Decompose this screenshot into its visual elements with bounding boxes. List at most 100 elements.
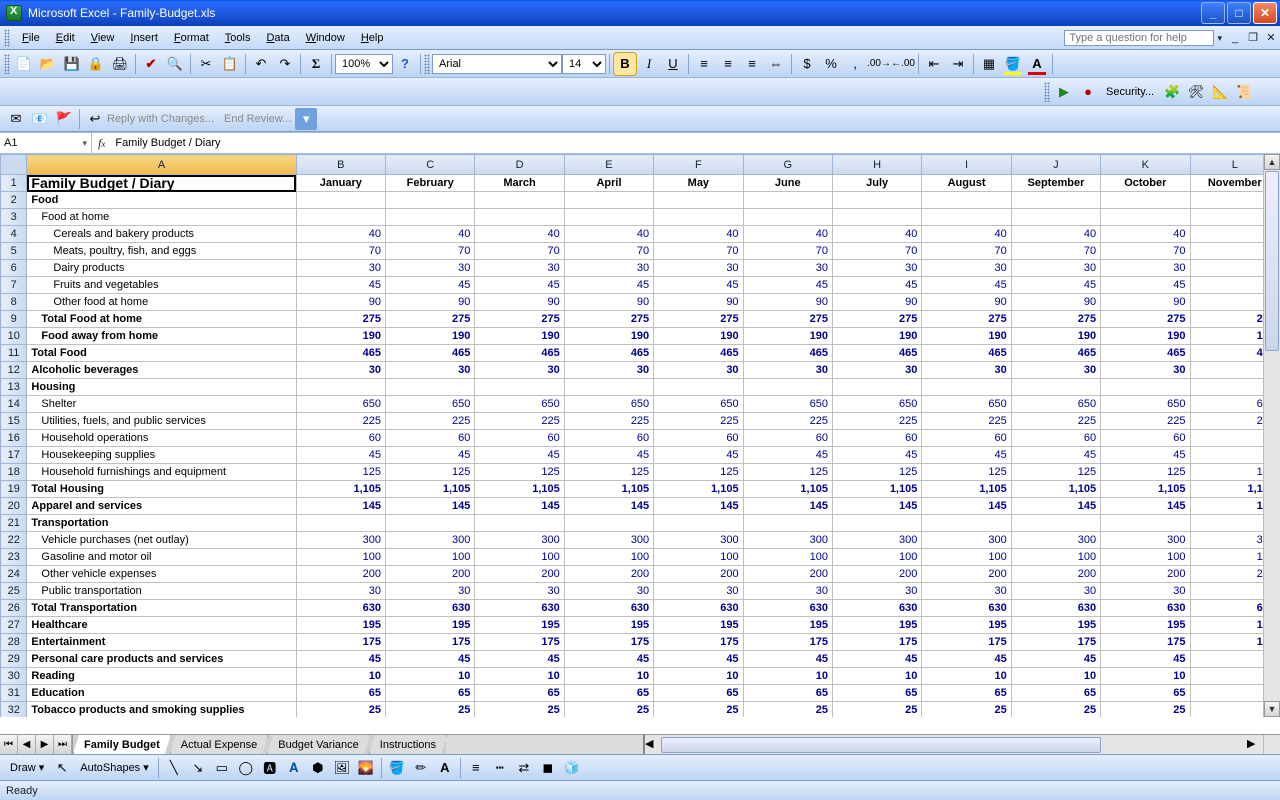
cell[interactable]: 45: [654, 651, 743, 668]
cell[interactable]: 90: [296, 294, 385, 311]
spreadsheet-grid[interactable]: ABCDEFGHIJKL 1Family Budget / DiaryJanua…: [0, 154, 1263, 717]
autosum-icon[interactable]: Σ: [305, 53, 327, 75]
horizontal-scrollbar[interactable]: ◀ ▶: [643, 735, 1263, 754]
cell[interactable]: 630: [475, 600, 564, 617]
line-icon[interactable]: ╲: [163, 757, 185, 779]
cell[interactable]: 90: [386, 294, 475, 311]
cell[interactable]: 30: [386, 583, 475, 600]
cell[interactable]: Gasoline and motor oil: [27, 549, 296, 566]
cell[interactable]: 300: [386, 532, 475, 549]
row-header[interactable]: 23: [1, 549, 27, 566]
cell[interactable]: 1,105: [922, 481, 1011, 498]
cell[interactable]: [922, 515, 1011, 532]
cell[interactable]: 25: [386, 702, 475, 718]
cell[interactable]: 190: [832, 328, 921, 345]
col-header-F[interactable]: F: [654, 155, 743, 175]
cell[interactable]: 45: [564, 447, 653, 464]
cell[interactable]: [475, 209, 564, 226]
cell[interactable]: 10: [922, 668, 1011, 685]
row-header[interactable]: 27: [1, 617, 27, 634]
cell[interactable]: 25: [832, 702, 921, 718]
cell[interactable]: 125: [296, 464, 385, 481]
toolbar-grip[interactable]: [4, 29, 10, 47]
cell[interactable]: 30: [386, 260, 475, 277]
cell[interactable]: 30: [1190, 583, 1263, 600]
cell[interactable]: 45: [1190, 651, 1263, 668]
cell[interactable]: 300: [1190, 532, 1263, 549]
cell[interactable]: 45: [564, 277, 653, 294]
percent-icon[interactable]: %: [820, 53, 842, 75]
cell[interactable]: 70: [296, 243, 385, 260]
cell[interactable]: Alcoholic beverages: [27, 362, 296, 379]
cell[interactable]: [922, 379, 1011, 396]
3d-icon[interactable]: 🧊: [561, 757, 583, 779]
cell[interactable]: 45: [832, 277, 921, 294]
sheet-tab-instructions[interactable]: Instructions: [369, 735, 447, 754]
col-header-L[interactable]: L: [1190, 155, 1263, 175]
cell[interactable]: [1101, 192, 1190, 209]
cell[interactable]: 10: [1011, 668, 1100, 685]
cell[interactable]: 30: [922, 583, 1011, 600]
merge-center-icon[interactable]: ⇔: [765, 53, 787, 75]
cell[interactable]: 25: [475, 702, 564, 718]
cell[interactable]: 60: [386, 430, 475, 447]
cell[interactable]: January: [296, 175, 385, 192]
cell[interactable]: 1,105: [1101, 481, 1190, 498]
cell[interactable]: [1011, 192, 1100, 209]
cell[interactable]: 45: [1011, 277, 1100, 294]
cell[interactable]: 145: [922, 498, 1011, 515]
cut-icon[interactable]: ✂: [195, 53, 217, 75]
cell[interactable]: [654, 192, 743, 209]
cell[interactable]: 10: [386, 668, 475, 685]
cell[interactable]: 200: [1101, 566, 1190, 583]
col-header-J[interactable]: J: [1011, 155, 1100, 175]
cell[interactable]: 650: [1011, 396, 1100, 413]
close-button[interactable]: ✕: [1253, 2, 1277, 24]
cell[interactable]: Vehicle purchases (net outlay): [27, 532, 296, 549]
cell[interactable]: 1,105: [832, 481, 921, 498]
arrow-style-icon[interactable]: ⇄: [513, 757, 535, 779]
cell[interactable]: 30: [1011, 362, 1100, 379]
cell[interactable]: Housekeeping supplies: [27, 447, 296, 464]
cell[interactable]: 90: [564, 294, 653, 311]
cell[interactable]: 145: [654, 498, 743, 515]
tab-next-icon[interactable]: ▶: [36, 735, 54, 754]
cell[interactable]: [832, 515, 921, 532]
row-header[interactable]: 31: [1, 685, 27, 702]
cell[interactable]: [475, 192, 564, 209]
cell[interactable]: 45: [743, 447, 832, 464]
cell[interactable]: 30: [386, 362, 475, 379]
name-box[interactable]: A1▾: [0, 133, 92, 153]
cell[interactable]: 100: [922, 549, 1011, 566]
save-icon[interactable]: 💾: [61, 53, 83, 75]
cell[interactable]: 10: [1190, 668, 1263, 685]
cell[interactable]: March: [475, 175, 564, 192]
row-header[interactable]: 12: [1, 362, 27, 379]
cell[interactable]: [1190, 515, 1263, 532]
cell[interactable]: 1,105: [386, 481, 475, 498]
cell[interactable]: 45: [832, 651, 921, 668]
cell[interactable]: Total Food at home: [27, 311, 296, 328]
cell[interactable]: 465: [475, 345, 564, 362]
cell[interactable]: 45: [743, 277, 832, 294]
increase-decimal-icon[interactable]: .00→: [868, 53, 890, 75]
cell[interactable]: Apparel and services: [27, 498, 296, 515]
cell[interactable]: 300: [564, 532, 653, 549]
cell[interactable]: 200: [475, 566, 564, 583]
cell[interactable]: 90: [654, 294, 743, 311]
currency-icon[interactable]: $: [796, 53, 818, 75]
row-header[interactable]: 5: [1, 243, 27, 260]
cell[interactable]: 90: [1190, 294, 1263, 311]
cell[interactable]: 145: [1011, 498, 1100, 515]
cell[interactable]: 25: [654, 702, 743, 718]
cell[interactable]: 630: [296, 600, 385, 617]
cell[interactable]: Meats, poultry, fish, and eggs: [27, 243, 296, 260]
cell[interactable]: Food: [27, 192, 296, 209]
cell[interactable]: 275: [743, 311, 832, 328]
cell[interactable]: 175: [743, 634, 832, 651]
toolbar-grip[interactable]: [424, 54, 430, 74]
cell[interactable]: 175: [564, 634, 653, 651]
mdi-restore-button[interactable]: ❐: [1245, 31, 1261, 45]
select-all-corner[interactable]: [1, 155, 27, 175]
cell[interactable]: 25: [296, 702, 385, 718]
